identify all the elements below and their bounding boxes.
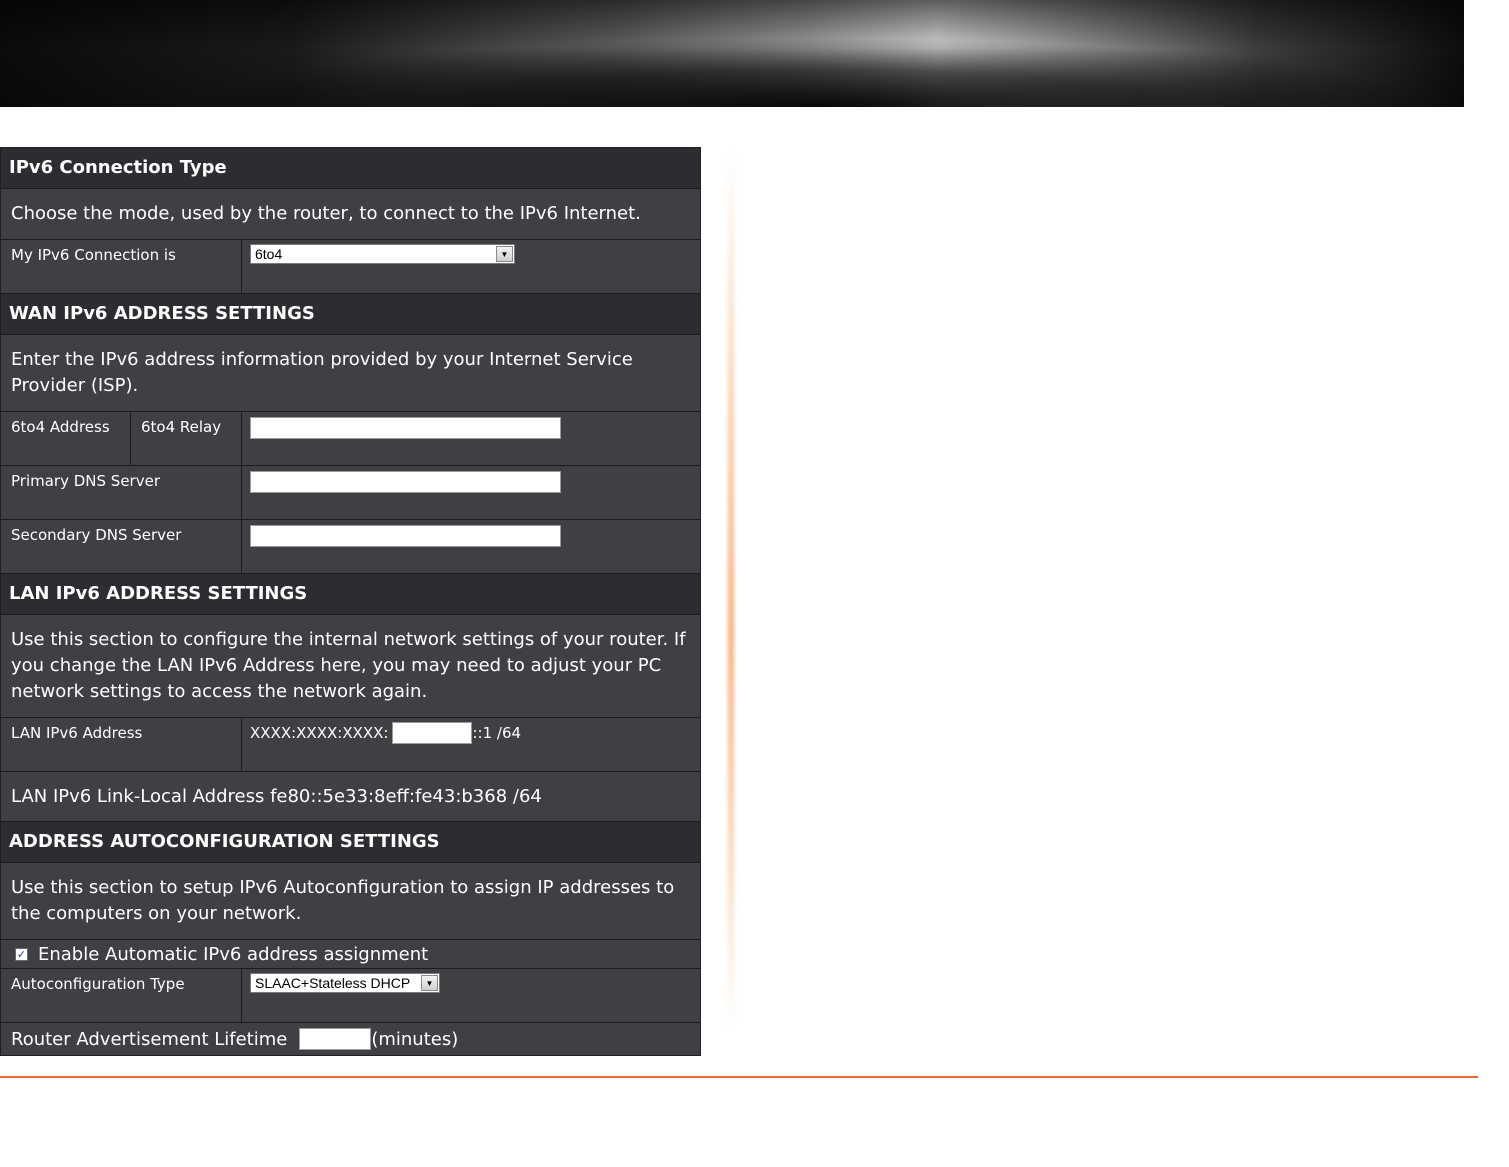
primary-dns-label: Primary DNS Server xyxy=(1,466,242,519)
ra-lifetime-unit: (minutes) xyxy=(371,1028,459,1050)
connection-type-row: My IPv6 Connection is 6to4 ▼ xyxy=(1,240,700,294)
lan-address-suffix: ::1 /64 xyxy=(472,724,522,742)
lan-address-label: LAN IPv6 Address xyxy=(1,718,242,771)
router-advertisement-row: Router Advertisement Lifetime (minutes) xyxy=(1,1023,700,1055)
enable-autoconfig-label: Enable Automatic IPv6 address assignment xyxy=(38,943,429,965)
wan-settings-header: WAN IPv6 ADDRESS SETTINGS xyxy=(1,294,700,335)
autoconfig-type-select[interactable]: SLAAC+Stateless DHCP ▼ xyxy=(250,973,440,993)
lan-address-prefix: XXXX:XXXX:XXXX: xyxy=(250,724,389,742)
primary-dns-input[interactable] xyxy=(250,471,561,493)
ra-lifetime-label: Router Advertisement Lifetime xyxy=(11,1028,288,1050)
autoconfig-type-value: SLAAC+Stateless DHCP xyxy=(255,975,411,991)
ipv6-settings-panel: IPv6 Connection Type Choose the mode, us… xyxy=(0,147,701,1056)
secondary-dns-label: Secondary DNS Server xyxy=(1,520,242,573)
enable-autoconfig-row: ✓ Enable Automatic IPv6 address assignme… xyxy=(1,940,700,969)
6to4-address-label: 6to4 Address xyxy=(1,412,131,465)
autoconfig-settings-description: Use this section to setup IPv6 Autoconfi… xyxy=(1,863,700,940)
dropdown-arrow-icon[interactable]: ▼ xyxy=(421,975,438,991)
dropdown-arrow-icon[interactable]: ▼ xyxy=(496,246,513,262)
lan-address-input[interactable] xyxy=(392,722,473,744)
lan-address-row: LAN IPv6 Address XXXX:XXXX:XXXX: ::1 /64 xyxy=(1,718,700,772)
secondary-dns-row: Secondary DNS Server xyxy=(1,520,700,574)
lan-link-local-address: LAN IPv6 Link-Local Address fe80::5e33:8… xyxy=(1,772,700,822)
ipv6-connection-header: IPv6 Connection Type xyxy=(1,148,700,189)
6to4-relay-input[interactable] xyxy=(250,417,561,439)
ipv6-connection-description: Choose the mode, used by the router, to … xyxy=(1,189,700,240)
decorative-glow xyxy=(728,150,734,1030)
autoconfig-type-row: Autoconfiguration Type SLAAC+Stateless D… xyxy=(1,969,700,1023)
6to4-row: 6to4 Address 6to4 Relay xyxy=(1,412,700,466)
enable-autoconfig-checkbox[interactable]: ✓ xyxy=(15,947,28,961)
wan-settings-description: Enter the IPv6 address information provi… xyxy=(1,335,700,412)
autoconfig-settings-header: ADDRESS AUTOCONFIGURATION SETTINGS xyxy=(1,822,700,863)
primary-dns-row: Primary DNS Server xyxy=(1,466,700,520)
header-banner xyxy=(0,0,1464,107)
6to4-relay-label: 6to4 Relay xyxy=(141,418,222,436)
connection-type-value: 6to4 xyxy=(255,246,283,262)
ra-lifetime-input[interactable] xyxy=(299,1028,372,1050)
lan-settings-header: LAN IPv6 ADDRESS SETTINGS xyxy=(1,574,700,615)
lan-settings-description: Use this section to configure the intern… xyxy=(1,615,700,718)
secondary-dns-input[interactable] xyxy=(250,525,561,547)
connection-type-label: My IPv6 Connection is xyxy=(1,240,242,293)
footer-divider xyxy=(0,1076,1478,1078)
autoconfig-type-label: Autoconfiguration Type xyxy=(1,969,242,1022)
connection-type-select[interactable]: 6to4 ▼ xyxy=(250,244,515,264)
